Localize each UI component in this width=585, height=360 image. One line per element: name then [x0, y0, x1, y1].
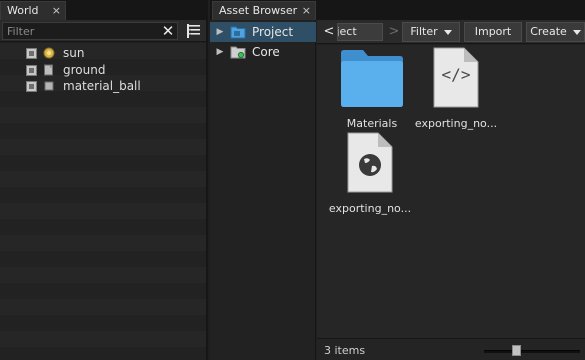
tab-asset-browser[interactable]: Asset Browser × [212, 1, 316, 20]
directory-tree: ▶ Project ▶ Core [210, 20, 316, 360]
create-button-label: Create [530, 25, 567, 38]
node-label: ground [63, 63, 106, 77]
enabled-checkbox[interactable] [26, 80, 37, 92]
node-label: sun [63, 46, 85, 60]
asset-item-materials[interactable]: Materials [329, 47, 415, 130]
item-count: 3 items [324, 344, 366, 357]
import-button-label: Import [474, 25, 512, 38]
asset-browser-panel: Asset Browser × ▶ Project ▶ Core < Proje… [210, 0, 585, 360]
status-bar: 3 items [317, 338, 585, 360]
core-folder-icon [230, 46, 246, 59]
hierarchy-icon[interactable] [185, 22, 203, 40]
asset-item-code-file[interactable]: </> exporting_no... [413, 47, 499, 130]
expand-arrow-icon[interactable]: ▶ [210, 27, 230, 37]
forward-arrow-icon[interactable]: > [387, 23, 401, 41]
clear-icon[interactable]: ✕ [160, 23, 176, 39]
zoom-slider-track[interactable] [484, 350, 580, 353]
project-folder-icon [230, 26, 246, 39]
chevron-down-icon [572, 29, 581, 35]
tab-world-label: World [7, 4, 39, 17]
list-item[interactable]: sun [26, 45, 84, 61]
folder-icon [341, 50, 403, 107]
close-icon[interactable]: × [302, 2, 311, 19]
world-file-icon [347, 132, 393, 193]
list-item[interactable]: ground [26, 62, 105, 78]
tree-item-label: Project [252, 25, 294, 39]
code-file-icon: </> [433, 47, 479, 108]
mesh-icon [44, 81, 54, 91]
asset-tab-bar: Asset Browser × [210, 0, 585, 20]
world-filter-input[interactable] [2, 22, 178, 40]
filter-dropdown-button[interactable]: Filter [402, 22, 460, 42]
tab-world[interactable]: World × [0, 1, 66, 20]
enabled-checkbox[interactable] [26, 47, 37, 59]
enabled-checkbox[interactable] [26, 64, 37, 76]
zoom-slider-thumb[interactable] [512, 345, 522, 356]
world-panel: World × ✕ sun [0, 0, 208, 360]
world-tab-bar: World × [0, 0, 206, 20]
world-toolbar: ✕ [0, 20, 206, 42]
sun-icon [43, 47, 55, 59]
asset-label: exporting_no... [414, 117, 498, 130]
expand-arrow-icon[interactable]: ▶ [210, 47, 230, 57]
back-arrow-icon[interactable]: < [321, 23, 337, 41]
chevron-down-icon [443, 29, 452, 35]
asset-toolbar: < Project > Filter Import Create [317, 20, 585, 44]
breadcrumb-label: Project [337, 25, 357, 38]
mesh-icon [44, 64, 53, 76]
world-node-list: sun ground material_ball [0, 43, 206, 360]
node-label: material_ball [63, 79, 141, 93]
asset-grid: Materials </> exporting_no... exporting_… [317, 45, 585, 338]
create-dropdown-button[interactable]: Create [526, 22, 585, 42]
list-item[interactable]: material_ball [26, 78, 141, 94]
tree-item-project[interactable]: ▶ Project [210, 22, 316, 42]
import-button[interactable]: Import [464, 22, 522, 42]
breadcrumb[interactable]: Project [337, 23, 383, 41]
tree-item-label: Core [252, 45, 280, 59]
tab-asset-browser-label: Asset Browser [219, 4, 298, 17]
close-icon[interactable]: × [52, 2, 61, 19]
asset-item-world-file[interactable]: exporting_no... [327, 132, 413, 215]
asset-label: Materials [346, 117, 398, 130]
filter-button-label: Filter [410, 25, 438, 38]
tree-item-core[interactable]: ▶ Core [210, 42, 316, 62]
svg-text:</>: </> [442, 65, 471, 84]
asset-label: exporting_no... [328, 202, 412, 215]
